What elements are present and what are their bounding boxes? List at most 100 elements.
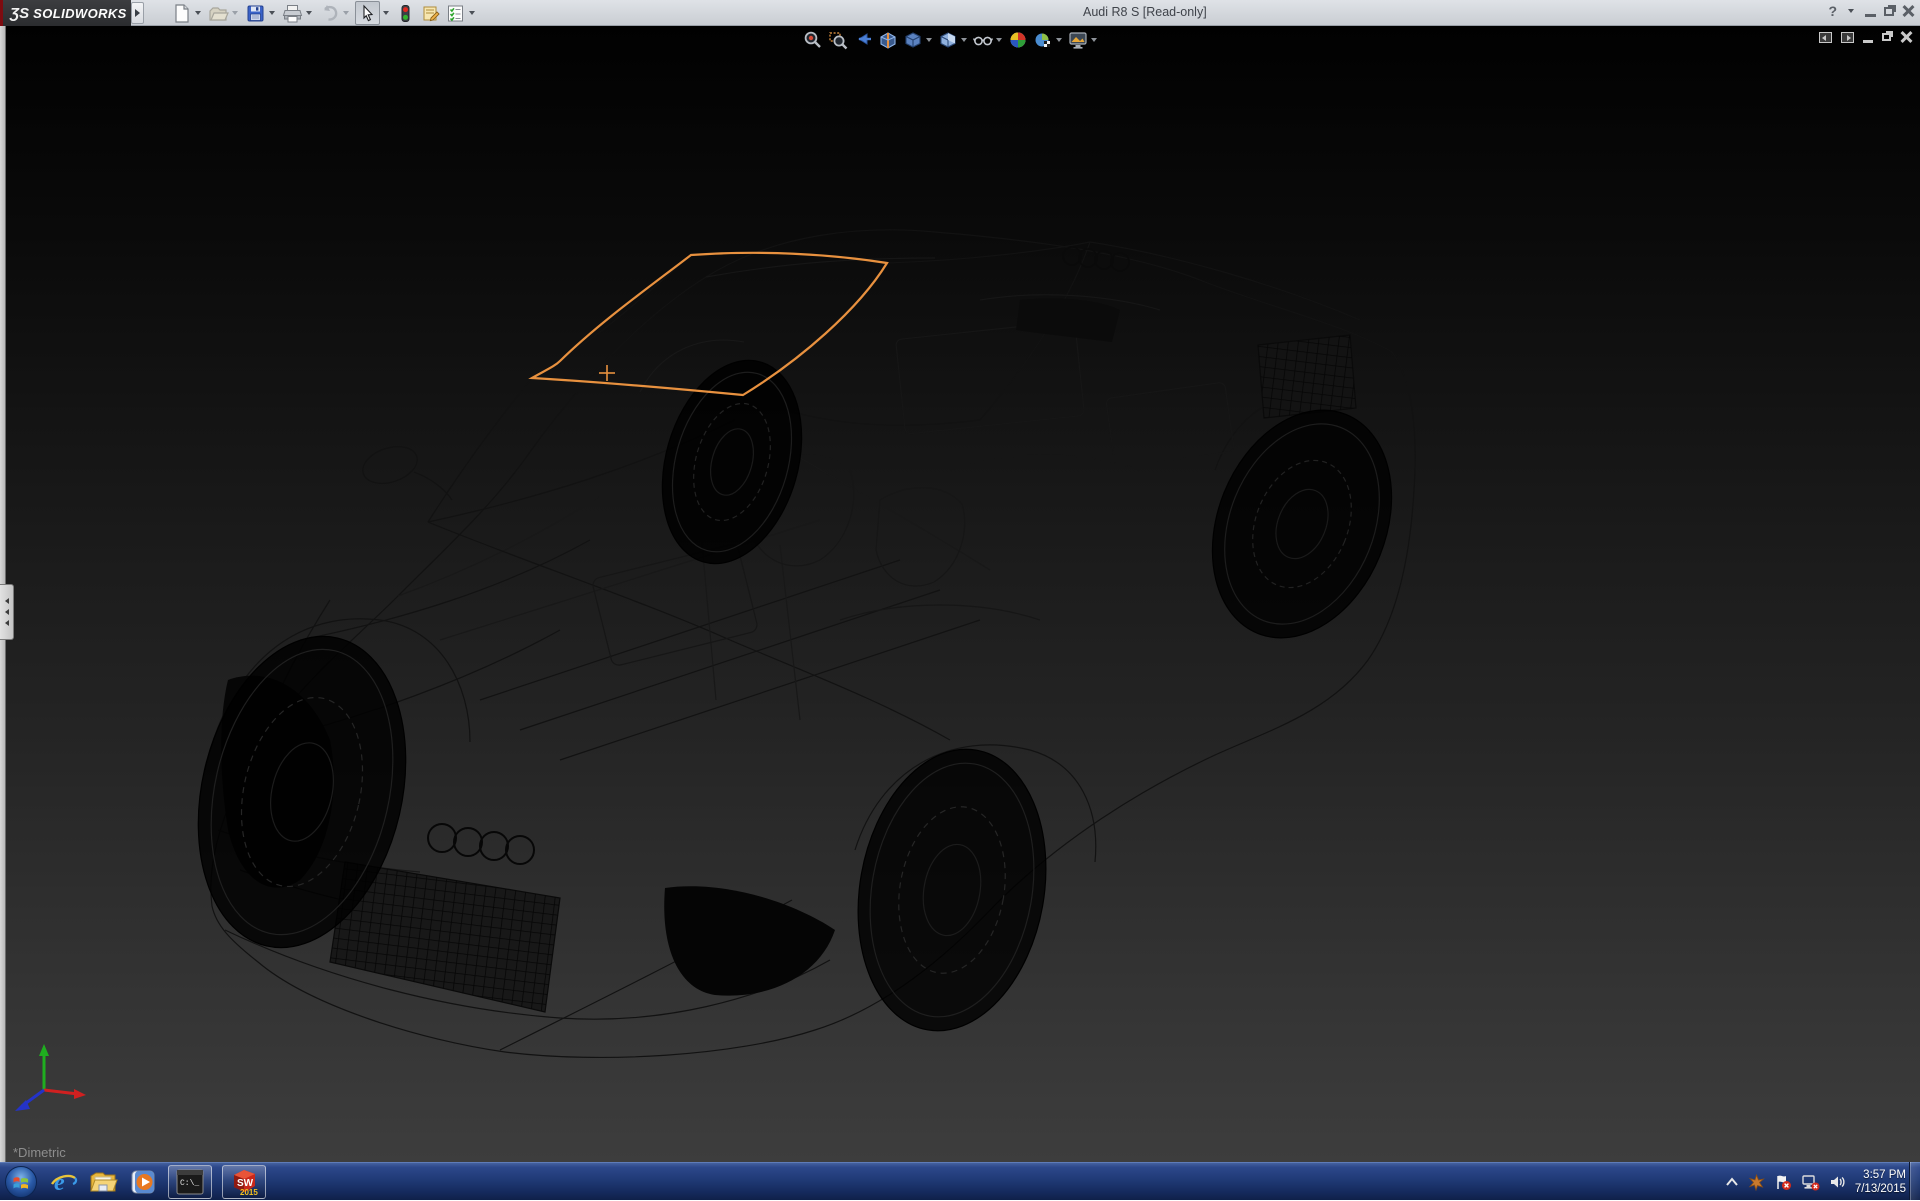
view-settings-dropdown[interactable] [1091, 38, 1097, 42]
document-window-controls [1819, 31, 1912, 43]
view-orientation-dropdown[interactable] [926, 38, 932, 42]
solidworks-2015-icon: SW 2015 [228, 1167, 260, 1197]
previous-view-icon [852, 29, 874, 51]
svg-text:2015: 2015 [240, 1188, 258, 1197]
file-properties-icon [420, 3, 441, 24]
view-orientation-label: *Dimetric [13, 1145, 66, 1160]
undo-dropdown[interactable] [343, 11, 349, 15]
new-document-icon [171, 3, 192, 24]
options-checklist-icon [445, 3, 466, 24]
collapse-panel-left-icon[interactable] [1819, 32, 1832, 43]
hide-show-items-dropdown[interactable] [996, 38, 1002, 42]
save-floppy-icon [245, 3, 266, 24]
app-close-button[interactable] [1902, 5, 1914, 17]
flyout-arrow-icon [135, 9, 140, 17]
reference-triad [6, 1038, 96, 1118]
view-settings-button[interactable] [1067, 29, 1099, 51]
solidworks-logo-text: SOLIDWORKS [33, 6, 127, 21]
solidworks-logo-mark: ƷS [10, 5, 29, 22]
hide-show-glasses-icon [972, 29, 994, 51]
taskbar-items: e C:\_ [4, 1163, 266, 1201]
show-desktop-button[interactable] [1909, 1162, 1920, 1200]
save-dropdown[interactable] [269, 11, 275, 15]
view-orientation-button[interactable] [902, 29, 934, 51]
edit-appearance-button[interactable] [1007, 29, 1029, 51]
apply-scene-icon [1032, 29, 1054, 51]
windows-explorer-icon[interactable] [88, 1167, 118, 1197]
media-player-icon[interactable] [128, 1167, 158, 1197]
taskbar-clock[interactable]: 3:57 PM 7/13/2015 [1855, 1168, 1906, 1197]
solidworks-task-button[interactable]: SW 2015 [222, 1165, 266, 1199]
display-style-button[interactable] [937, 29, 969, 51]
title-bar: ƷS SOLIDWORKS [0, 0, 1920, 26]
clock-date: 7/13/2015 [1855, 1182, 1906, 1196]
undo-button[interactable] [318, 1, 353, 25]
internet-explorer-icon[interactable]: e [48, 1167, 78, 1197]
new-document-dropdown[interactable] [195, 11, 201, 15]
rebuild-button[interactable] [394, 1, 417, 25]
zoom-to-fit-icon [802, 29, 824, 51]
start-button[interactable] [4, 1165, 38, 1199]
splitter-arrow-icon [5, 620, 9, 626]
graphics-viewport[interactable]: *Dimetric [0, 26, 1920, 1162]
edit-appearance-ball-icon [1007, 29, 1029, 51]
help-dropdown[interactable] [1848, 9, 1854, 13]
rebuild-traffic-light-icon [395, 3, 416, 24]
zoom-to-fit-button[interactable] [802, 29, 824, 51]
document-restore-button[interactable] [1882, 33, 1891, 41]
crosshair-cursor [599, 365, 615, 381]
section-view-icon [877, 29, 899, 51]
print-dropdown[interactable] [306, 11, 312, 15]
display-style-cube-icon [937, 29, 959, 51]
document-close-button[interactable] [1900, 31, 1912, 43]
open-button[interactable] [207, 1, 242, 25]
open-folder-icon [208, 3, 229, 24]
splitter-arrow-icon [5, 598, 9, 604]
file-properties-button[interactable] [419, 1, 442, 25]
view-orientation-cube-icon [902, 29, 924, 51]
tray-app-icon[interactable] [1748, 1174, 1765, 1191]
document-minimize-button[interactable] [1863, 40, 1873, 43]
action-center-flag-icon[interactable] [1774, 1174, 1792, 1191]
application-window-controls: ? [1828, 3, 1914, 19]
options-button[interactable] [444, 1, 479, 25]
apply-scene-button[interactable] [1032, 29, 1064, 51]
rear-left-wheel [837, 734, 1068, 1046]
previous-view-button[interactable] [852, 29, 874, 51]
svg-text:C:\_: C:\_ [180, 1179, 199, 1188]
collapse-panel-right-icon[interactable] [1841, 32, 1854, 43]
menu-flyout-button[interactable] [131, 2, 144, 24]
help-button[interactable]: ? [1828, 3, 1837, 19]
new-document-button[interactable] [170, 1, 205, 25]
app-minimize-button[interactable] [1865, 14, 1876, 17]
print-icon [282, 3, 303, 24]
open-dropdown[interactable] [232, 11, 238, 15]
zoom-to-area-button[interactable] [827, 29, 849, 51]
app-restore-button[interactable] [1884, 7, 1894, 16]
front-right-wheel [640, 344, 824, 580]
view-settings-monitor-icon [1067, 29, 1089, 51]
volume-icon[interactable] [1829, 1174, 1846, 1190]
apply-scene-dropdown[interactable] [1056, 38, 1062, 42]
print-button[interactable] [281, 1, 316, 25]
system-tray: 3:57 PM 7/13/2015 [1725, 1163, 1906, 1201]
hidden-icons-chevron[interactable] [1725, 1177, 1739, 1187]
hide-show-items-button[interactable] [972, 29, 1004, 51]
options-dropdown[interactable] [469, 11, 475, 15]
select-tool-button[interactable] [355, 1, 380, 25]
svg-text:e: e [54, 1170, 65, 1196]
network-status-icon[interactable] [1801, 1174, 1820, 1191]
section-view-button[interactable] [877, 29, 899, 51]
select-dropdown[interactable] [383, 11, 389, 15]
splitter-expand-tab[interactable] [0, 584, 14, 640]
solidworks-logo: ƷS SOLIDWORKS [3, 0, 131, 26]
save-button[interactable] [244, 1, 279, 25]
command-prompt-icon: C:\_ [175, 1168, 205, 1196]
undo-arrow-icon [319, 3, 340, 24]
command-prompt-task-button[interactable]: C:\_ [168, 1165, 212, 1199]
display-style-dropdown[interactable] [961, 38, 967, 42]
windows-taskbar: e C:\_ [0, 1162, 1920, 1200]
wireframe-car-model[interactable] [0, 26, 1920, 1162]
heads-up-view-toolbar [802, 29, 1099, 51]
clock-time: 3:57 PM [1855, 1168, 1906, 1182]
